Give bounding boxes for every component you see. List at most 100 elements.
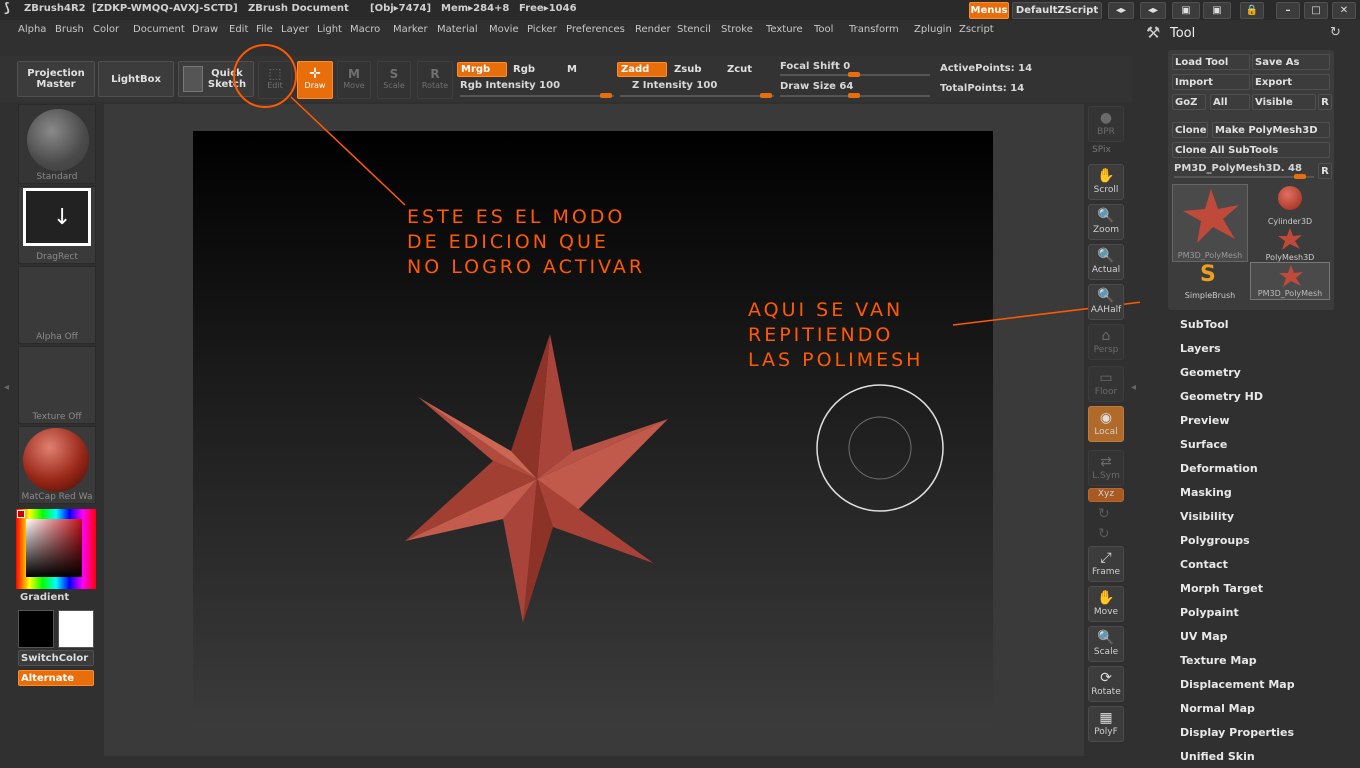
cylinder-icon xyxy=(1278,186,1302,210)
right-tray-arrow-icon[interactable]: ◂ xyxy=(1131,382,1139,402)
hand-icon: ✋ xyxy=(1097,168,1115,184)
import-button[interactable]: Import xyxy=(1172,74,1250,90)
frame-button[interactable]: ⤢ Frame xyxy=(1088,546,1124,582)
bpr-icon: ● xyxy=(1099,110,1113,126)
thumb-simplebrush-label: SimpleBrush xyxy=(1184,291,1236,300)
actual-icon: 🔍 xyxy=(1097,248,1115,264)
bpr-label: BPR xyxy=(1097,127,1115,137)
polyf-label: PolyF xyxy=(1094,727,1118,737)
simplebrush-icon: S xyxy=(1200,262,1216,287)
section-visibility[interactable]: Visibility xyxy=(1180,510,1234,523)
floor-icon: ▭ xyxy=(1099,370,1113,386)
polymesh-star-icon xyxy=(1278,228,1302,250)
section-unified-skin[interactable]: Unified Skin xyxy=(1180,750,1255,763)
polyf-button[interactable]: ▦ PolyF xyxy=(1088,706,1124,742)
zoom-label: Zoom xyxy=(1093,225,1119,235)
thumb-main-label: PM3D_PolyMesh xyxy=(1177,251,1243,260)
move-hand-icon: ✋ xyxy=(1097,590,1115,606)
r-button[interactable]: R xyxy=(1318,94,1332,110)
refresh-icon[interactable]: ↻ xyxy=(1330,25,1341,40)
load-tool-button[interactable]: Load Tool xyxy=(1172,54,1250,70)
rotate-free-icon[interactable]: ↻ xyxy=(1098,526,1110,542)
section-polypaint[interactable]: Polypaint xyxy=(1180,606,1239,619)
section-texture-map[interactable]: Texture Map xyxy=(1180,654,1257,667)
rotate-lock-icon[interactable]: ↻ xyxy=(1098,506,1110,522)
aahalf-label: AAHalf xyxy=(1090,305,1122,315)
thumb-cylinder-label: Cylinder3D xyxy=(1267,217,1313,226)
scale-view-label: Scale xyxy=(1093,647,1119,657)
scroll-label: Scroll xyxy=(1093,185,1119,195)
lsym-icon: ⇄ xyxy=(1100,454,1112,470)
section-masking[interactable]: Masking xyxy=(1180,486,1232,499)
tool-thumb-cylinder[interactable]: Cylinder3D xyxy=(1250,184,1330,226)
actual-button[interactable]: 🔍 Actual xyxy=(1088,244,1124,280)
rotate-view-label: Rotate xyxy=(1091,687,1121,697)
all-button[interactable]: All xyxy=(1210,94,1250,110)
bpr-button[interactable]: ● BPR xyxy=(1088,106,1124,142)
section-polygroups[interactable]: Polygroups xyxy=(1180,534,1250,547)
grid-icon: ▦ xyxy=(1099,710,1113,726)
lsym-button[interactable]: ⇄ L.Sym xyxy=(1088,450,1124,486)
section-displacement-map[interactable]: Displacement Map xyxy=(1180,678,1295,691)
floor-button[interactable]: ▭ Floor xyxy=(1088,366,1124,402)
goz-button[interactable]: GoZ xyxy=(1172,94,1206,110)
pm3d-copy-star-icon xyxy=(1279,265,1303,287)
make-polymesh-button[interactable]: Make PolyMesh3D xyxy=(1212,122,1330,138)
visible-button[interactable]: Visible xyxy=(1252,94,1316,110)
aahalf-button[interactable]: 🔍 AAHalf xyxy=(1088,284,1124,320)
annotation-polymesh: AQUI SE VAN REPITIENDO LAS POLIMESH xyxy=(748,299,924,371)
scale-magnifier-icon: 🔍 xyxy=(1097,630,1115,646)
local-button[interactable]: ◉ Local xyxy=(1088,406,1124,442)
tool-thumb-polymesh[interactable]: PolyMesh3D xyxy=(1250,226,1330,262)
clone-button[interactable]: Clone xyxy=(1172,122,1208,138)
xyz-button[interactable]: Xyz xyxy=(1088,488,1124,502)
floor-label: Floor xyxy=(1094,387,1118,397)
scale-view-button[interactable]: 🔍 Scale xyxy=(1088,626,1124,662)
section-layers[interactable]: Layers xyxy=(1180,342,1221,355)
current-tool-slider[interactable] xyxy=(1174,174,1314,179)
section-geometry[interactable]: Geometry xyxy=(1180,366,1241,379)
thumb-pm3d-copy-label: PM3D_PolyMesh xyxy=(1257,289,1323,298)
thumb-polymesh-label: PolyMesh3D xyxy=(1265,253,1315,262)
annotation-edit-mode: ESTE ES EL MODO DE EDICION QUE NO LOGRO … xyxy=(407,206,646,278)
current-tool-name: PM3D_PolyMesh3D. 48 xyxy=(1174,163,1302,174)
rotate-view-icon: ⟳ xyxy=(1100,670,1112,686)
local-icon: ◉ xyxy=(1099,410,1113,426)
hammer-icon: ⚒ xyxy=(1146,23,1161,42)
scroll-button[interactable]: ✋ Scroll xyxy=(1088,164,1124,200)
section-morph-target[interactable]: Morph Target xyxy=(1180,582,1263,595)
frame-icon: ⤢ xyxy=(1100,550,1112,566)
section-deformation[interactable]: Deformation xyxy=(1180,462,1258,475)
local-label: Local xyxy=(1094,427,1118,437)
r-tool-button[interactable]: R xyxy=(1318,163,1332,179)
tool-panel: ⚒ Tool ↻ Load Tool Save As Import Export… xyxy=(1140,20,1360,768)
spix-label: SPix xyxy=(1092,145,1111,155)
star-thumb-icon xyxy=(1183,189,1239,243)
move-view-button[interactable]: ✋ Move xyxy=(1088,586,1124,622)
tool-thumb-pm3d-copy[interactable]: PM3D_PolyMesh xyxy=(1250,262,1330,300)
aahalf-icon: 🔍 xyxy=(1097,288,1115,304)
tool-thumb-main[interactable]: PM3D_PolyMesh xyxy=(1172,184,1248,262)
magnifier-icon: 🔍 xyxy=(1097,208,1115,224)
persp-label: Persp xyxy=(1093,345,1119,355)
export-button[interactable]: Export xyxy=(1252,74,1330,90)
section-normal-map[interactable]: Normal Map xyxy=(1180,702,1255,715)
clone-all-subtools-button[interactable]: Clone All SubTools xyxy=(1172,142,1330,158)
actual-label: Actual xyxy=(1091,265,1121,275)
persp-button[interactable]: ⌂ Persp xyxy=(1088,324,1124,360)
frame-label: Frame xyxy=(1091,567,1121,577)
section-subtool[interactable]: SubTool xyxy=(1180,318,1229,331)
right-shelf: ● BPR SPix ✋ Scroll 🔍 Zoom 🔍 Actual 🔍 AAHalf … xyxy=(1086,104,1126,754)
save-as-button[interactable]: Save As xyxy=(1252,54,1330,70)
zoom-button[interactable]: 🔍 Zoom xyxy=(1088,204,1124,240)
section-uv-map[interactable]: UV Map xyxy=(1180,630,1228,643)
xyz-label: Xyz xyxy=(1097,489,1115,499)
section-contact[interactable]: Contact xyxy=(1180,558,1228,571)
section-preview[interactable]: Preview xyxy=(1180,414,1230,427)
section-display-properties[interactable]: Display Properties xyxy=(1180,726,1294,739)
rotate-view-button[interactable]: ⟳ Rotate xyxy=(1088,666,1124,702)
section-geometry-hd[interactable]: Geometry HD xyxy=(1180,390,1263,403)
tool-panel-title: Tool xyxy=(1170,26,1196,41)
section-surface[interactable]: Surface xyxy=(1180,438,1227,451)
tool-thumb-simplebrush[interactable]: S SimpleBrush xyxy=(1172,262,1248,300)
